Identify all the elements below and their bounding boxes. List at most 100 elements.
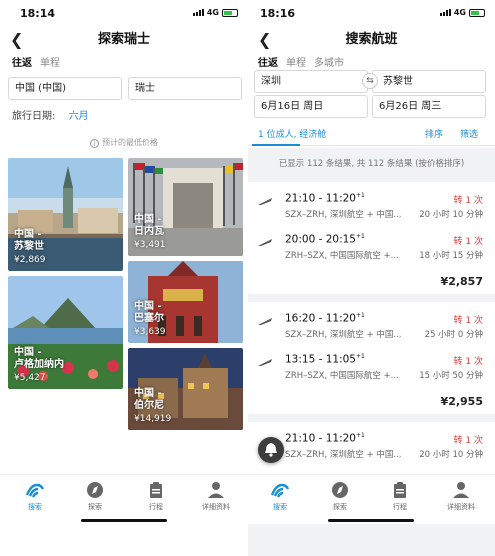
page-title: 探索瑞士: [97, 32, 150, 47]
tab-search[interactable]: 搜索: [250, 481, 310, 512]
network-label: 4G: [206, 8, 219, 17]
flight-result-card[interactable]: 21:10 - 11:20+1 SZX–ZRH, 深圳航空 + 中国... 转 …: [248, 422, 495, 482]
compass-icon: [87, 482, 103, 498]
destination-name: 中国 - 卢格加纳内: [14, 347, 64, 370]
tab-label: 搜索: [28, 503, 42, 511]
next-day-marker: +1: [355, 233, 365, 240]
leg-route: ZRH–SZX, 中国国际航空 +...: [285, 251, 399, 261]
home-indicator: [81, 519, 167, 522]
destination-field[interactable]: 瑞士: [128, 77, 242, 100]
battery-icon: [469, 8, 485, 17]
destination-price: ¥3,639: [134, 327, 166, 337]
filter-button[interactable]: 筛选: [460, 127, 478, 140]
depart-date-field[interactable]: 6月16日 周日: [254, 95, 368, 118]
origin-field[interactable]: 中国 (中国): [8, 77, 122, 100]
price-alert-button[interactable]: [258, 437, 284, 463]
destination-card-lugano[interactable]: 中国 - 卢格加纳内 ¥5,427: [8, 276, 123, 389]
flight-leg: 21:10 - 11:20+1 SZX–ZRH, 深圳航空 + 中国... 转 …: [248, 428, 495, 468]
tab-label: 详细资料: [202, 503, 230, 511]
tab-search[interactable]: 搜索: [5, 481, 65, 512]
price-note: i 预计的最低价格: [0, 137, 248, 148]
tab-profile[interactable]: 详细资料: [186, 481, 246, 512]
leg-stops: 转 1 次: [453, 357, 483, 367]
leg-time: 20:00 - 20:15: [285, 233, 356, 246]
leg-route: ZRH–SZX, 中国国际航空 +...: [285, 371, 399, 381]
tab-trips[interactable]: 行程: [126, 481, 186, 512]
plane-icon: [258, 239, 272, 246]
tab-round-trip[interactable]: 往返: [258, 54, 278, 69]
tab-round-trip[interactable]: 往返: [12, 54, 32, 69]
next-day-marker: +1: [355, 192, 365, 199]
tab-label: 探索: [88, 503, 102, 511]
compass-icon: [332, 482, 348, 498]
flight-search-screen: 18:16 4G ❮ 搜索航班 往返 单程 多城市 深圳 苏黎世 ⇆ 6月16日…: [248, 0, 495, 556]
back-arrow-icon[interactable]: ❮: [10, 30, 23, 49]
tab-multi-city[interactable]: 多城市: [314, 54, 344, 69]
passengers-cabin-selector[interactable]: 1 位成人, 经济舱: [258, 127, 326, 140]
tab-label: 详细资料: [447, 503, 475, 511]
tab-one-way[interactable]: 单程: [286, 54, 306, 69]
flight-result-card[interactable]: 21:10 - 11:20+1 SZX–ZRH, 深圳航空 + 中国... 转 …: [248, 182, 495, 294]
leg-stops: 转 1 次: [453, 237, 483, 247]
info-icon: i: [90, 139, 99, 148]
destination-name: 中国 - 日内瓦: [134, 214, 164, 237]
leg-route: SZX–ZRH, 深圳航空 + 中国...: [285, 330, 402, 340]
tab-one-way[interactable]: 单程: [40, 54, 60, 69]
destination-name: 中国 - 巴塞尔: [134, 301, 164, 324]
back-arrow-icon[interactable]: ❮: [258, 30, 271, 49]
destination-card-geneva[interactable]: 中国 - 日内瓦 ¥3,491: [128, 158, 243, 256]
plane-icon: [258, 198, 272, 205]
next-day-marker: +1: [355, 353, 365, 360]
swap-icon[interactable]: ⇆: [362, 73, 378, 89]
leg-duration: 18 小时 15 分钟: [419, 251, 483, 261]
destination-price: ¥5,427: [14, 373, 46, 383]
flight-leg: 16:20 - 11:20+1 SZX–ZRH, 深圳航空 + 中国... 转 …: [248, 308, 495, 348]
tab-explore[interactable]: 探索: [65, 481, 125, 512]
search-wave-icon: [270, 483, 290, 498]
leg-duration: 20 小时 10 分钟: [419, 450, 483, 460]
leg-route: SZX–ZRH, 深圳航空 + 中国...: [285, 450, 402, 460]
flight-result-card[interactable]: 16:20 - 11:20+1 SZX–ZRH, 深圳航空 + 中国... 转 …: [248, 302, 495, 414]
destination-card-zurich[interactable]: 中国 - 苏黎世 ¥2,869: [8, 158, 123, 271]
sort-button[interactable]: 排序: [425, 127, 443, 140]
tab-profile[interactable]: 详细资料: [431, 481, 491, 512]
leg-time: 21:10 - 11:20: [285, 192, 356, 205]
origin-field[interactable]: 深圳: [254, 70, 368, 93]
return-date-field[interactable]: 6月26日 周三: [372, 95, 486, 118]
bottom-tab-bar: 搜索 探索 行程 详细资料: [0, 474, 248, 524]
result-price: ¥2,955: [440, 395, 483, 408]
results-summary: 已显示 112 条结果, 共 112 条结果 (按价格排序): [278, 159, 465, 169]
battery-icon: [222, 8, 238, 17]
tab-explore[interactable]: 探索: [310, 481, 370, 512]
network-label: 4G: [453, 8, 466, 17]
status-time: 18:14: [20, 7, 56, 20]
travel-date-value[interactable]: 六月: [69, 111, 89, 122]
tab-trips[interactable]: 行程: [370, 481, 430, 512]
trips-icon: [394, 482, 406, 498]
tab-label: 行程: [393, 503, 407, 511]
signal-icon: 4G: [192, 8, 238, 17]
leg-duration: 25 小时 0 分钟: [424, 330, 483, 340]
status-bar: 18:16 4G: [248, 0, 495, 26]
price-note-text: 预计的最低价格: [102, 138, 158, 147]
leg-time: 13:15 - 11:05: [285, 353, 356, 366]
signal-icon: 4G: [439, 8, 485, 17]
next-day-marker: +1: [355, 432, 365, 439]
tab-label: 探索: [333, 503, 347, 511]
next-day-marker: +1: [355, 312, 365, 319]
destination-price: ¥2,869: [14, 255, 46, 265]
destination-price: ¥3,491: [134, 240, 166, 250]
search-wave-icon: [25, 483, 45, 498]
explore-switzerland-screen: 18:14 4G ❮ 探索瑞士 往返 单程 中国 (中国) 瑞士 旅行日期: 六…: [0, 0, 248, 556]
destination-card-bern[interactable]: 中国 - 伯尔尼 ¥14,919: [128, 348, 243, 430]
leg-stops: 转 1 次: [453, 316, 483, 326]
leg-duration: 20 小时 10 分钟: [419, 210, 483, 220]
leg-stops: 转 1 次: [453, 196, 483, 206]
destination-field[interactable]: 苏黎世: [372, 70, 486, 93]
destination-price: ¥14,919: [134, 414, 172, 424]
bottom-tab-bar: 搜索 探索 行程 详细资料: [248, 474, 495, 524]
tab-label: 搜索: [273, 503, 287, 511]
status-time: 18:16: [260, 7, 296, 20]
bell-icon: [265, 443, 277, 457]
destination-card-basel[interactable]: 中国 - 巴塞尔 ¥3,639: [128, 261, 243, 343]
